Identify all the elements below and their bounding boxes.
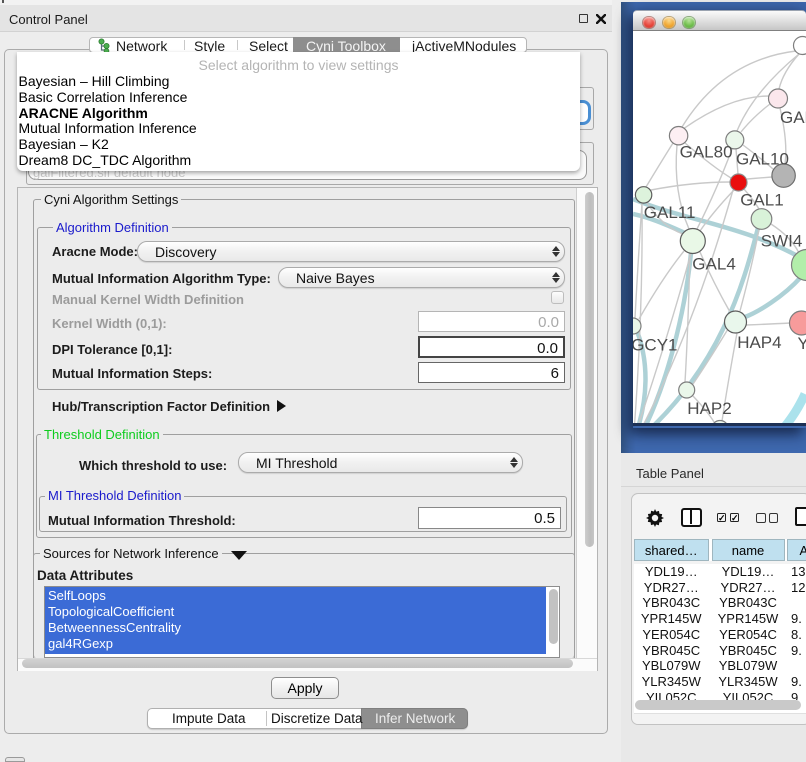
svg-text:YJ: YJ bbox=[798, 334, 806, 353]
svg-text:SWI4: SWI4 bbox=[761, 232, 803, 251]
svg-text:GAL1: GAL1 bbox=[740, 191, 783, 210]
svg-text:GAL80: GAL80 bbox=[680, 143, 733, 162]
svg-text:GAL11: GAL11 bbox=[644, 203, 696, 222]
svg-text:HAP4: HAP4 bbox=[737, 333, 781, 352]
svg-text:GAL10: GAL10 bbox=[736, 150, 789, 169]
svg-text:GAL4: GAL4 bbox=[692, 255, 735, 274]
svg-text:GAL2: GAL2 bbox=[780, 108, 806, 127]
svg-text:HAP2: HAP2 bbox=[687, 399, 731, 418]
svg-text:GCY1: GCY1 bbox=[633, 336, 677, 355]
